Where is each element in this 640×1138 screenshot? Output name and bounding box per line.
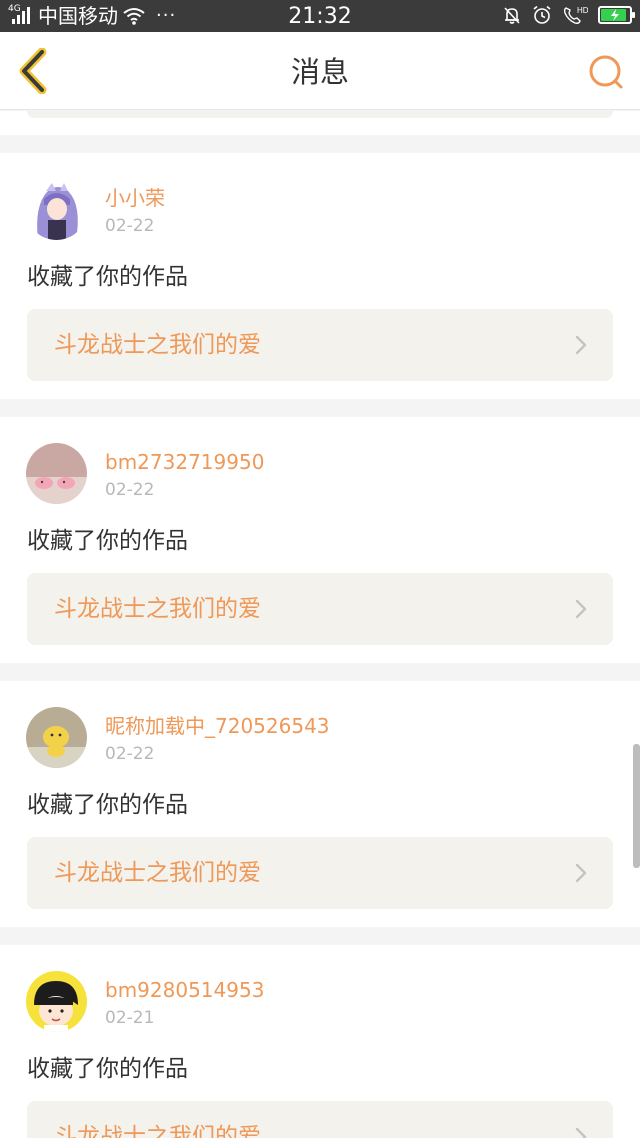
- chevron-right-icon: [575, 1127, 587, 1138]
- chevron-right-icon: [575, 335, 587, 355]
- username[interactable]: 昵称加载中_720526543: [105, 713, 330, 739]
- hd-call-icon: HD: [563, 6, 588, 24]
- message-card: 小小荣 02-22 收藏了你的作品 斗龙战士之我们的爱: [0, 153, 640, 399]
- nav-bar: 消息: [0, 32, 640, 110]
- avatar[interactable]: [26, 707, 87, 768]
- username[interactable]: 小小荣: [105, 185, 165, 211]
- mute-bell-icon: [504, 7, 520, 24]
- work-link[interactable]: 斗龙战士之我们的爱: [27, 837, 613, 909]
- previous-card-tail: [0, 111, 640, 135]
- work-title: 斗龙战士之我们的爱: [54, 332, 261, 358]
- scrollbar[interactable]: [633, 744, 640, 868]
- previous-work-link[interactable]: [27, 111, 613, 118]
- work-link[interactable]: 斗龙战士之我们的爱: [27, 309, 613, 381]
- message-text: 收藏了你的作品: [27, 1056, 188, 1082]
- search-icon: [589, 55, 623, 89]
- message-text: 收藏了你的作品: [27, 528, 188, 554]
- message-card: bm9280514953 02-21 收藏了你的作品 斗龙战士之我们的爱: [0, 945, 640, 1138]
- work-link[interactable]: 斗龙战士之我们的爱: [27, 1101, 613, 1138]
- work-link[interactable]: 斗龙战士之我们的爱: [27, 573, 613, 645]
- status-bar: 4G 中国移动 ··· 21:32 HD: [0, 0, 640, 32]
- message-card: bm2732719950 02-22 收藏了你的作品 斗龙战士之我们的爱: [0, 417, 640, 663]
- svg-text:HD: HD: [577, 6, 588, 15]
- work-title: 斗龙战士之我们的爱: [54, 596, 261, 622]
- message-text: 收藏了你的作品: [27, 264, 188, 290]
- alarm-icon: [533, 5, 551, 24]
- avatar[interactable]: [26, 179, 87, 240]
- avatar[interactable]: [26, 443, 87, 504]
- message-date: 02-21: [105, 1008, 155, 1028]
- message-date: 02-22: [105, 480, 155, 500]
- message-list[interactable]: 小小荣 02-22 收藏了你的作品 斗龙战士之我们的爱 bm2732719950…: [0, 111, 640, 1138]
- message-date: 02-22: [105, 216, 155, 236]
- status-right: HD: [502, 5, 635, 25]
- message-card: 昵称加载中_720526543 02-22 收藏了你的作品 斗龙战士之我们的爱: [0, 681, 640, 927]
- username[interactable]: bm2732719950: [105, 449, 264, 475]
- chevron-right-icon: [575, 863, 587, 883]
- avatar[interactable]: [26, 971, 87, 1032]
- username[interactable]: bm9280514953: [105, 977, 264, 1003]
- work-title: 斗龙战士之我们的爱: [54, 1124, 261, 1138]
- chevron-right-icon: [575, 599, 587, 619]
- message-date: 02-22: [105, 744, 155, 764]
- page-title: 消息: [290, 55, 349, 89]
- search-button[interactable]: [586, 52, 626, 92]
- message-text: 收藏了你的作品: [27, 792, 188, 818]
- work-title: 斗龙战士之我们的爱: [54, 860, 261, 886]
- battery-icon: [598, 6, 635, 24]
